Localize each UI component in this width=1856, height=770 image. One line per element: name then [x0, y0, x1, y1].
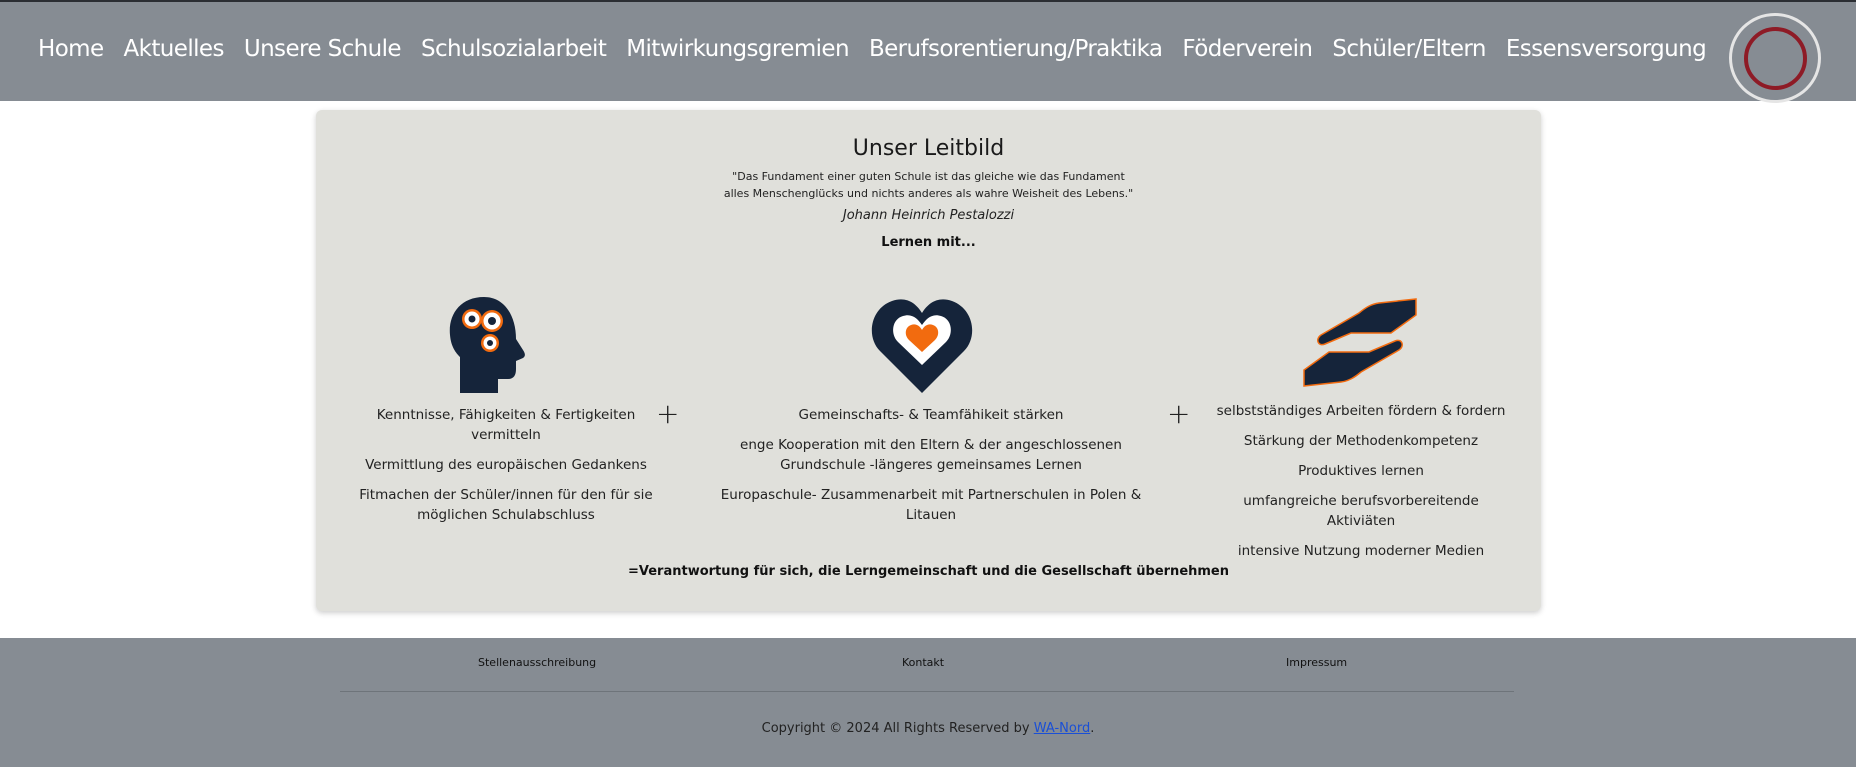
nav-links: Home Aktuelles Unsere Schule Schulsozial… — [38, 36, 1726, 62]
list-item: Fitmachen der Schüler/innen für den für … — [359, 487, 653, 523]
copyright-label: Copyright © 2024 All Rights Reserved by — [761, 721, 1034, 736]
wa-nord-link[interactable]: WA-Nord — [1034, 721, 1091, 736]
pestalozzi-quote: "Das Fundament einer guten Schule ist da… — [316, 168, 1541, 202]
quote-line-2: alles Menschenglücks und nichts anderes … — [723, 187, 1134, 200]
nav-item-berufsorientierung[interactable]: Berufsorentierung/Praktika — [869, 36, 1163, 62]
column-selbststaendig: selbstständiges Arbeiten fördern & forde… — [1211, 401, 1511, 571]
heart-icon — [871, 299, 973, 393]
footer-link-kontakt[interactable]: Kontakt — [902, 656, 944, 669]
nav-item-foerderverein[interactable]: Föderverein — [1182, 36, 1313, 62]
logo-ring-icon — [1743, 26, 1807, 90]
copyright-text: Copyright © 2024 All Rights Reserved by … — [0, 721, 1856, 736]
list-item: Gemeinschafts- & Teamfähikeit stärken — [798, 407, 1064, 423]
school-logo[interactable] — [1729, 13, 1821, 103]
list-item: umfangreiche berufsvorbereitende Aktiviä… — [1243, 493, 1479, 529]
quote-author: Johann Heinrich Pestalozzi — [842, 208, 1015, 223]
footer-link-stellenausschreibung[interactable]: Stellenausschreibung — [478, 656, 596, 669]
top-navbar: Home Aktuelles Unsere Schule Schulsozial… — [0, 0, 1856, 103]
list-item: Produktives lernen — [1298, 463, 1424, 479]
list-item: enge Kooperation mit den Eltern & der an… — [740, 437, 1122, 473]
column-kenntnisse: Kenntnisse, Fähigkeiten & Fertigkeiten v… — [346, 405, 666, 535]
list-item: intensive Nutzung moderner Medien — [1237, 543, 1485, 559]
list-item: selbstständiges Arbeiten fördern & forde… — [1216, 403, 1506, 419]
nav-item-essensversorgung[interactable]: Essensversorgung — [1506, 36, 1707, 62]
hands-icon — [1303, 298, 1417, 387]
nav-item-schulsozialarbeit[interactable]: Schulsozialarbeit — [421, 36, 607, 62]
list-item: Kenntnisse, Fähigkeiten & Fertigkeiten v… — [376, 407, 636, 443]
footer-link-impressum[interactable]: Impressum — [1286, 656, 1347, 669]
footer-divider — [340, 691, 1514, 692]
head-gears-icon — [449, 297, 525, 393]
column-gemeinschaft: Gemeinschafts- & Teamfähikeit stärken en… — [706, 405, 1156, 535]
quote-line-1: "Das Fundament einer guten Schule ist da… — [732, 170, 1125, 183]
footer: Stellenausschreibung Kontakt Impressum C… — [0, 638, 1856, 767]
nav-item-unsere-schule[interactable]: Unsere Schule — [244, 36, 402, 62]
nav-item-home[interactable]: Home — [38, 36, 104, 62]
leitbild-card: Unser Leitbild "Das Fundament einer gute… — [316, 110, 1541, 611]
nav-item-mitwirkungsgremien[interactable]: Mitwirkungsgremien — [626, 36, 849, 62]
nav-item-schueler-eltern[interactable]: Schüler/Eltern — [1332, 36, 1486, 62]
leitbild-summary: =Verantwortung für sich, die Lerngemeins… — [627, 564, 1230, 579]
lernen-heading: Lernen mit... — [881, 235, 976, 250]
plus-sign: + — [1167, 397, 1191, 430]
nav-item-aktuelles[interactable]: Aktuelles — [124, 36, 225, 62]
list-item: Stärkung der Methodenkompetenz — [1243, 433, 1479, 449]
list-item: Europaschule- Zusammenarbeit mit Partner… — [720, 487, 1142, 523]
page-title: Unser Leitbild — [852, 136, 1005, 161]
list-item: Vermittlung des europäischen Gedankens — [365, 457, 647, 473]
copyright-end: . — [1090, 721, 1095, 736]
